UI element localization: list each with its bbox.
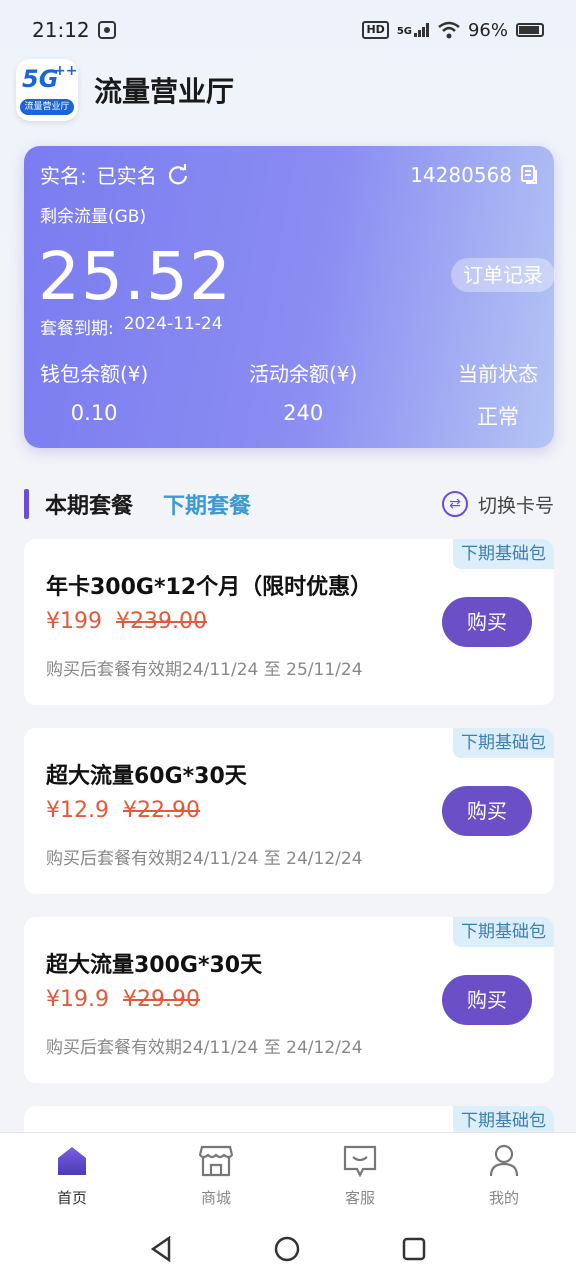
- back-icon[interactable]: [149, 1236, 173, 1262]
- package-expire: 套餐到期: 2024-11-24: [40, 314, 223, 339]
- order-records-button[interactable]: 订单记录: [451, 258, 555, 292]
- switch-icon: ⇄: [441, 491, 468, 517]
- buy-button[interactable]: 购买: [442, 786, 532, 836]
- nav-store[interactable]: 商城: [166, 1143, 266, 1208]
- tab-current-package[interactable]: 本期套餐: [45, 488, 133, 520]
- message-icon: [342, 1143, 378, 1179]
- package-tabs: 本期套餐 下期套餐 ⇄ 切换卡号: [24, 484, 554, 524]
- signal-icon: 5G: [397, 23, 430, 37]
- activity-balance: 活动余额(¥) 240: [249, 362, 358, 425]
- package-old-price: ¥29.90: [122, 987, 200, 1012]
- home-circle-icon[interactable]: [273, 1235, 301, 1263]
- store-icon: [198, 1143, 234, 1179]
- package-validity: 购买后套餐有效期24/11/24 至 25/11/24: [46, 660, 363, 680]
- package-price: ¥12.9: [46, 798, 109, 823]
- wifi-icon: [438, 21, 460, 39]
- status-time: 21:12: [32, 18, 90, 42]
- remain-flow-label: 剩余流量(GB): [40, 207, 147, 227]
- package-old-price: ¥22.90: [122, 798, 200, 823]
- package-prices: ¥12.9 ¥22.90: [46, 798, 200, 823]
- balance-stats: 钱包余额(¥) 0.10 活动余额(¥) 240 当前状态 正常: [40, 358, 538, 431]
- package-prices: ¥19.9 ¥29.90: [46, 987, 200, 1012]
- app-header: 5G ++ 流量营业厅 流量营业厅: [16, 58, 234, 122]
- recents-icon[interactable]: [401, 1236, 427, 1262]
- package-old-price: ¥239.00: [116, 609, 207, 634]
- package-card: 下期基础包 年卡300G*12个月（限时优惠） ¥199 ¥239.00 购买后…: [24, 539, 554, 705]
- real-name-status: 实名: 已实名: [40, 160, 189, 189]
- package-prices: ¥199 ¥239.00: [46, 609, 207, 634]
- phone-number: 14280568: [410, 160, 538, 189]
- battery-icon: [516, 23, 544, 37]
- package-price: ¥19.9: [46, 987, 109, 1012]
- screen-record-icon: [97, 21, 116, 39]
- bottom-nav: 首页 商城 客服 我的: [0, 1132, 576, 1280]
- buy-button[interactable]: 购买: [442, 597, 532, 647]
- package-name: 超大流量60G*30天: [46, 764, 247, 789]
- switch-card-button[interactable]: ⇄ 切换卡号: [441, 491, 554, 518]
- buy-button[interactable]: 购买: [442, 975, 532, 1025]
- nav-mine[interactable]: 我的: [454, 1143, 554, 1208]
- status-bar: 21:12 HD 5G 96%: [0, 0, 576, 60]
- user-icon: [486, 1143, 522, 1179]
- package-tag: 下期基础包: [453, 728, 554, 758]
- package-name: 超大流量300G*30天: [46, 953, 263, 978]
- package-tag: 下期基础包: [453, 539, 554, 569]
- tab-next-package[interactable]: 下期套餐: [163, 488, 251, 520]
- remain-flow-value: 25.52: [38, 238, 232, 315]
- nav-home[interactable]: 首页: [22, 1143, 122, 1208]
- battery-percent: 96%: [467, 19, 508, 41]
- current-status: 当前状态 正常: [458, 362, 538, 429]
- package-card: 下期基础包 超大流量300G*30天 ¥19.9 ¥29.90 购买后套餐有效期…: [24, 917, 554, 1083]
- tab-indicator: [24, 489, 29, 519]
- refresh-icon[interactable]: [167, 163, 189, 186]
- account-card: 实名: 已实名 14280568 剩余流量(GB) 25.52 套餐到期: 20…: [24, 146, 555, 448]
- app-logo: 5G ++ 流量营业厅: [16, 59, 78, 121]
- wallet-balance: 钱包余额(¥) 0.10: [40, 362, 149, 425]
- package-validity: 购买后套餐有效期24/11/24 至 24/12/24: [46, 849, 363, 869]
- copy-icon[interactable]: [520, 164, 538, 185]
- package-tag: 下期基础包: [453, 917, 554, 947]
- nav-service[interactable]: 客服: [310, 1143, 410, 1208]
- package-price: ¥199: [46, 609, 102, 634]
- hd-icon: HD: [362, 21, 389, 39]
- home-icon: [54, 1143, 90, 1179]
- package-validity: 购买后套餐有效期24/11/24 至 24/12/24: [46, 1038, 363, 1058]
- system-nav: [0, 1229, 576, 1269]
- package-name: 年卡300G*12个月（限时优惠）: [46, 575, 373, 600]
- app-title: 流量营业厅: [94, 75, 235, 108]
- package-card: 下期基础包 超大流量60G*30天 ¥12.9 ¥22.90 购买后套餐有效期2…: [24, 728, 554, 894]
